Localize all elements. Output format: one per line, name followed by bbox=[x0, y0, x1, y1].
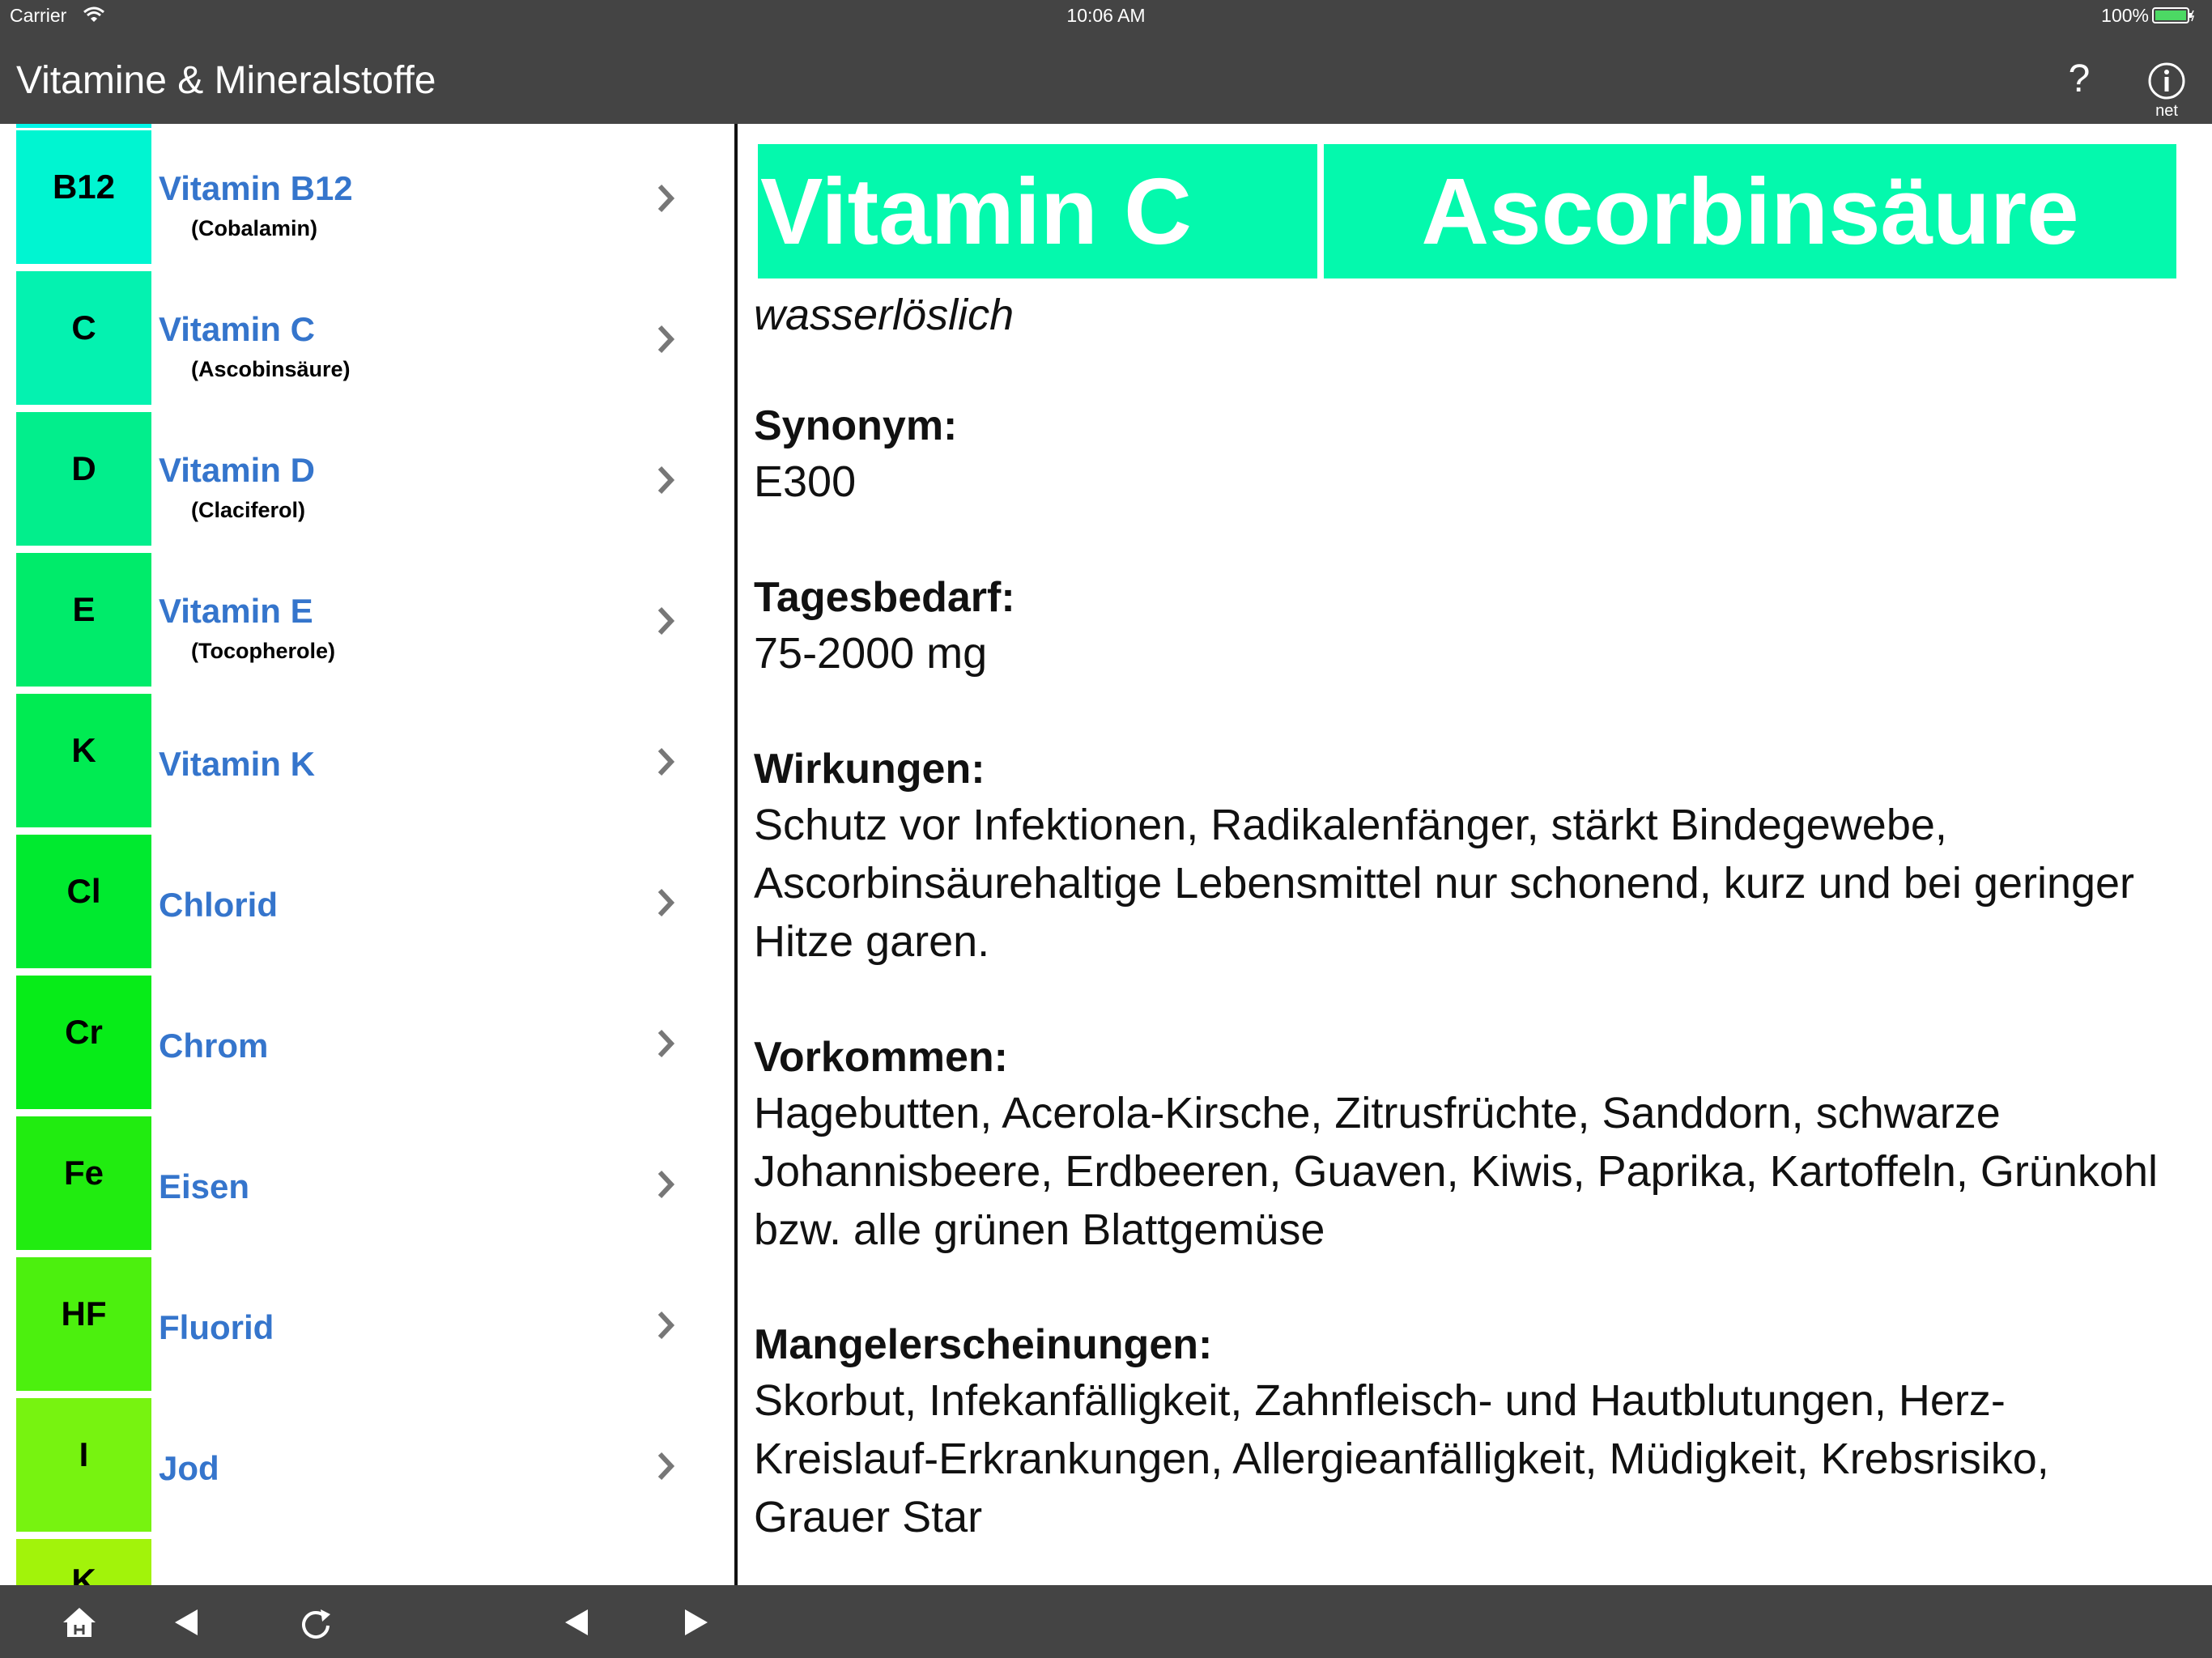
item-symbol: C bbox=[71, 308, 96, 346]
effects-value: Schutz vor Infektionen, Radikalenfänger,… bbox=[754, 801, 2135, 966]
list-item[interactable]: Fe Eisen bbox=[0, 1116, 734, 1256]
next-icon[interactable] bbox=[674, 1600, 719, 1645]
effects-section: Wirkungen: Schutz vor Infektionen, Radik… bbox=[754, 742, 2179, 971]
detail-solubility: wasserlöslich bbox=[754, 291, 1015, 339]
status-time: 10:06 AM bbox=[1066, 5, 1146, 26]
bottom-toolbar bbox=[0, 1585, 2212, 1658]
item-symbol: I bbox=[79, 1435, 89, 1473]
header-chemical-box: Ascorbinsäure bbox=[1324, 144, 2176, 278]
item-name: Vitamin D bbox=[159, 451, 315, 489]
chevron-right-icon bbox=[657, 888, 675, 917]
nutrient-list: B12 Vitamin B12 (Cobalamin) C Vitamin C … bbox=[0, 124, 734, 1585]
list-item[interactable]: K Vitamin K bbox=[0, 694, 734, 834]
list-item[interactable]: I Jod bbox=[0, 1398, 734, 1538]
deficiency-label: Mangelerscheinungen: bbox=[754, 1321, 1213, 1368]
synonym-value: E300 bbox=[754, 457, 857, 506]
item-name: Chrom bbox=[159, 1027, 269, 1065]
deficiency-value: Skorbut, Infekanfälligkeit, Zahnfleisch-… bbox=[754, 1376, 2049, 1541]
item-symbol-tile: I bbox=[16, 1398, 151, 1532]
battery-icon bbox=[2152, 7, 2195, 23]
detail-pane: Vitamin C Ascorbinsäure wasserlöslich Sy… bbox=[738, 124, 2212, 1585]
synonym-label: Synonym: bbox=[754, 402, 958, 449]
item-symbol-tile bbox=[16, 124, 151, 128]
item-symbol: D bbox=[71, 449, 96, 487]
effects-label: Wirkungen: bbox=[754, 746, 985, 793]
item-name: Fluorid bbox=[159, 1308, 274, 1346]
list-item[interactable]: B12 Vitamin B12 (Cobalamin) bbox=[0, 130, 734, 270]
item-symbol: K bbox=[71, 1562, 96, 1585]
item-name: Vitamin B12 bbox=[159, 169, 353, 207]
chevron-right-icon bbox=[657, 466, 675, 495]
daily-value: 75-2000 mg bbox=[754, 629, 988, 678]
chevron-right-icon bbox=[657, 606, 675, 636]
item-symbol-tile: K bbox=[16, 694, 151, 827]
detail-name: Vitamin C bbox=[760, 159, 1192, 264]
chevron-right-icon bbox=[657, 1170, 675, 1199]
item-symbol: Cr bbox=[65, 1013, 103, 1051]
list-item[interactable]: Cl Chlorid bbox=[0, 835, 734, 975]
info-icon[interactable] bbox=[2147, 62, 2186, 100]
item-symbol-tile: K bbox=[16, 1539, 151, 1585]
chevron-right-icon bbox=[657, 747, 675, 776]
reload-icon[interactable] bbox=[293, 1600, 338, 1645]
header-name-box: Vitamin C bbox=[758, 144, 1317, 278]
home-icon[interactable] bbox=[57, 1600, 102, 1645]
top-bar: Carrier 10:06 AM 100% Vitamine & Mineral… bbox=[0, 0, 2212, 124]
item-symbol-tile: Fe bbox=[16, 1116, 151, 1250]
item-symbol-tile: C bbox=[16, 271, 151, 405]
list-item[interactable]: D Vitamin D (Claciferol) bbox=[0, 412, 734, 552]
back-icon[interactable] bbox=[164, 1600, 209, 1645]
synonym-section: Synonym: E300 bbox=[754, 399, 2179, 511]
occurrence-section: Vorkommen: Hagebutten, Acerola-Kirsche, … bbox=[754, 1031, 2179, 1259]
deficiency-section: Mangelerscheinungen: Skorbut, Infekanfäl… bbox=[754, 1318, 2179, 1546]
item-symbol: K bbox=[71, 731, 96, 769]
chevron-right-icon bbox=[657, 1311, 675, 1340]
item-symbol-tile: Cl bbox=[16, 835, 151, 968]
item-symbol: Cl bbox=[66, 872, 101, 910]
item-name: Eisen bbox=[159, 1167, 250, 1205]
status-battery: 100% bbox=[2101, 5, 2149, 26]
chevron-right-icon bbox=[657, 325, 675, 354]
list-item[interactable]: Cr Chrom bbox=[0, 976, 734, 1116]
item-symbol: HF bbox=[61, 1295, 107, 1333]
item-name: Chlorid bbox=[159, 886, 278, 924]
help-button[interactable]: ? bbox=[2063, 57, 2095, 101]
item-symbol: E bbox=[72, 590, 96, 628]
daily-label: Tagesbedarf: bbox=[754, 574, 1015, 621]
item-symbol: Fe bbox=[63, 1154, 104, 1192]
item-symbol-tile: E bbox=[16, 553, 151, 687]
item-symbol: B12 bbox=[52, 168, 116, 206]
chevron-right-icon bbox=[657, 1452, 675, 1481]
item-subtitle: (Claciferol) bbox=[191, 498, 306, 522]
item-name: Vitamin K bbox=[159, 745, 315, 783]
item-symbol-tile: HF bbox=[16, 1257, 151, 1391]
item-symbol-tile: B12 bbox=[16, 130, 151, 264]
item-name: Jod bbox=[159, 1449, 219, 1487]
item-symbol-tile: D bbox=[16, 412, 151, 546]
item-subtitle: (Tocopherole) bbox=[191, 639, 335, 663]
occurrence-label: Vorkommen: bbox=[754, 1034, 1008, 1081]
item-subtitle: (Cobalamin) bbox=[191, 216, 318, 240]
item-name: Vitamin C bbox=[159, 310, 315, 348]
list-item[interactable]: C Vitamin C (Ascobinsäure) bbox=[0, 271, 734, 411]
chevron-right-icon bbox=[657, 184, 675, 213]
detail-chemical: Ascorbinsäure bbox=[1421, 159, 2079, 264]
previous-icon[interactable] bbox=[554, 1600, 599, 1645]
app-title: Vitamine & Mineralstoffe bbox=[16, 59, 436, 102]
item-subtitle: (Ascobinsäure) bbox=[191, 357, 351, 381]
list-item-partial bbox=[0, 124, 734, 129]
list-item[interactable]: E Vitamin E (Tocopherole) bbox=[0, 553, 734, 693]
occurrence-value: Hagebutten, Acerola-Kirsche, Zitrusfrüch… bbox=[754, 1089, 2158, 1254]
item-symbol-tile: Cr bbox=[16, 976, 151, 1109]
list-item[interactable]: K bbox=[0, 1539, 734, 1585]
daily-section: Tagesbedarf: 75-2000 mg bbox=[754, 571, 2179, 682]
info-net-label: net bbox=[2155, 102, 2178, 120]
item-name: Vitamin E bbox=[159, 592, 313, 630]
list-item[interactable]: HF Fluorid bbox=[0, 1257, 734, 1397]
chevron-right-icon bbox=[657, 1029, 675, 1058]
